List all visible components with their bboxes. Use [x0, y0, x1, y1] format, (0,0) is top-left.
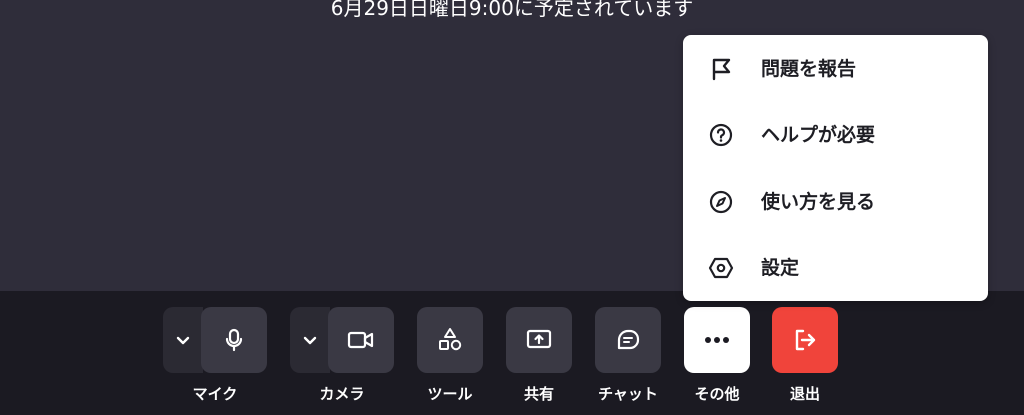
share-button[interactable] [506, 307, 572, 373]
mic-button[interactable] [201, 307, 267, 373]
share-label: 共有 [523, 385, 554, 403]
shapes-icon [439, 328, 462, 351]
meeting-toolbar: マイク カメラ ツール 共有 チャット その他 退出 [0, 291, 1024, 415]
chevron-down-icon [176, 336, 190, 345]
mic-control: マイク [163, 307, 267, 404]
flag-icon [708, 56, 734, 82]
share-control: 共有 [506, 307, 572, 404]
menu-item-how-to-use[interactable]: 使い方を見る [683, 177, 988, 227]
microphone-icon [225, 328, 243, 352]
more-label: その他 [694, 385, 740, 403]
menu-item-help[interactable]: ヘルプが必要 [683, 110, 988, 160]
exit-icon [795, 329, 816, 351]
screen-share-icon [526, 329, 552, 349]
chat-control: チャット [595, 307, 661, 404]
camera-control: カメラ [290, 307, 394, 404]
tools-control: ツール [417, 307, 483, 404]
menu-item-report-issue[interactable]: 問題を報告 [683, 44, 988, 94]
camera-options-button[interactable] [290, 307, 330, 373]
tools-label: ツール [427, 385, 473, 403]
leave-button[interactable] [772, 307, 838, 373]
menu-item-label: ヘルプが必要 [761, 124, 876, 146]
menu-item-label: 問題を報告 [761, 58, 857, 80]
video-camera-icon [347, 331, 374, 349]
leave-control: 退出 [772, 307, 838, 404]
leave-label: 退出 [789, 385, 820, 403]
camera-label: カメラ [319, 385, 365, 403]
camera-button[interactable] [328, 307, 394, 373]
chat-bubble-icon [617, 329, 640, 350]
meeting-schedule-text: 6月29日日曜日9:00に予定されています [330, 0, 694, 20]
chat-label: チャット [598, 385, 658, 403]
mic-options-button[interactable] [163, 307, 203, 373]
settings-hexagon-icon [708, 255, 734, 281]
menu-item-label: 使い方を見る [761, 191, 876, 213]
menu-item-label: 設定 [761, 257, 800, 279]
mic-label: マイク [192, 385, 238, 403]
help-circle-icon [708, 122, 734, 148]
more-control: その他 [684, 307, 750, 404]
menu-item-settings[interactable]: 設定 [683, 243, 988, 293]
more-dots-icon [705, 337, 729, 343]
tools-button[interactable] [417, 307, 483, 373]
more-button[interactable] [684, 307, 750, 373]
chevron-down-icon [303, 336, 317, 345]
chat-button[interactable] [595, 307, 661, 373]
compass-icon [708, 189, 734, 215]
more-options-menu: 問題を報告 ヘルプが必要 使い方を見る 設定 [683, 35, 988, 301]
